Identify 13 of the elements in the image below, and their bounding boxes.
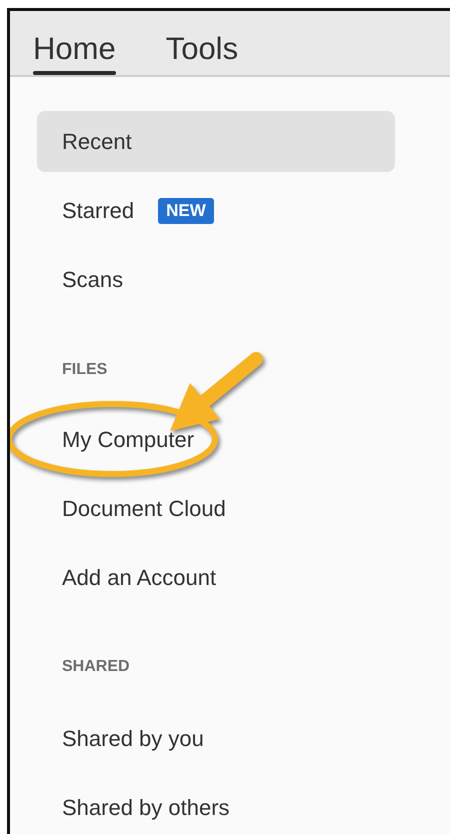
nav-item[interactable]: Starred [37,180,160,241]
nav-item[interactable]: Shared by you [37,708,229,769]
tab[interactable]: Tools [166,11,238,75]
section-heading: FILES [62,360,108,380]
nav-item[interactable]: Document Cloud [37,478,251,539]
nav-item[interactable]: My Computer [37,409,220,470]
nav-item[interactable]: Scans [37,249,148,310]
nav-item[interactable]: Add an Account [37,547,242,608]
nav-item[interactable]: Shared by others [37,777,255,834]
tab[interactable]: Home [33,11,116,75]
new-badge: NEW [158,198,214,224]
section-heading: SHARED [62,657,131,677]
nav-item[interactable]: Recent [37,111,395,172]
